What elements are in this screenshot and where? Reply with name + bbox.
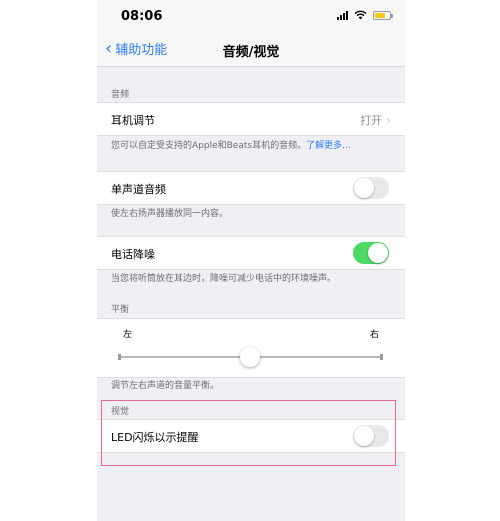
battery-icon: [373, 10, 393, 20]
mono-audio-toggle[interactable]: [353, 177, 389, 199]
noise-cancellation-toggle[interactable]: [353, 242, 389, 264]
wifi-icon: [354, 10, 367, 20]
section-header-audio: 音频: [111, 90, 130, 100]
balance-right-label: 右: [369, 330, 379, 340]
noise-cancellation-footer: 当您将听筒放在耳边时，降噪可减少电话中的环境噪声。: [111, 274, 337, 284]
headphone-detail: 打开 ›: [360, 112, 391, 128]
balance-slider-right-cap: [380, 354, 383, 360]
headphone-footer-text: 您可以自定受支持的Apple和Beats耳机的音频。: [111, 141, 307, 151]
headphone-footer: 您可以自定受支持的Apple和Beats耳机的音频。了解更多...: [111, 140, 396, 152]
status-time: 08:06: [121, 9, 163, 24]
status-bar: 08:06: [97, 0, 405, 33]
headphone-value: 打开: [360, 114, 383, 127]
navigation-bar: ‹ 辅助功能 音频/视觉: [97, 33, 405, 67]
highlight-box: [101, 400, 396, 466]
balance-slider-left-cap: [118, 354, 121, 360]
balance-left-label: 左: [123, 330, 133, 340]
balance-slider-knob[interactable]: [240, 347, 260, 367]
headphone-label: 耳机调节: [111, 114, 155, 127]
mono-audio-row: 单声道音频: [97, 171, 405, 205]
page-title: 音频/视觉: [222, 45, 280, 60]
learn-more-link[interactable]: 了解更多...: [306, 141, 351, 151]
cellular-signal-icon: [337, 10, 348, 20]
phone-noise-cancellation-row: 电话降噪: [97, 236, 405, 270]
headphone-accommodations-row[interactable]: 耳机调节 打开 ›: [97, 102, 405, 136]
mono-audio-footer: 使左右扬声器播放同一内容。: [111, 209, 229, 219]
chevron-right-icon: ›: [386, 113, 391, 127]
mono-audio-label: 单声道音频: [111, 183, 166, 196]
balance-footer: 调节左右声道的音量平衡。: [111, 381, 220, 391]
section-header-balance: 平衡: [111, 305, 130, 315]
noise-cancellation-label: 电话降噪: [111, 248, 155, 261]
status-icons: [337, 10, 393, 20]
